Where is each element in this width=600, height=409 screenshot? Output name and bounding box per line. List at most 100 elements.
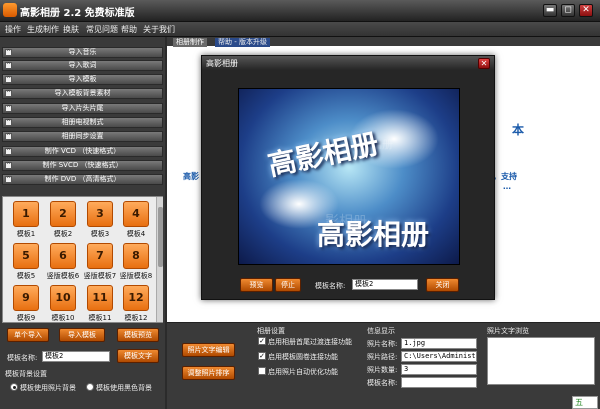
template-name-input[interactable]: 模板2 [42, 351, 110, 362]
maximize-button[interactable]: ◻ [561, 4, 575, 17]
template-item[interactable]: 8 竖版模板8 [118, 243, 154, 283]
photo-count-field[interactable]: 3 [401, 364, 477, 375]
close-button[interactable]: ✕ [579, 4, 593, 17]
template-label: 竖版模板6 [46, 272, 80, 280]
accordion-make-vcd[interactable]: ^ 制作 VCD （快速格式） [2, 146, 163, 157]
template-grid: 1 模板1 2 模板2 3 模板3 4 模板4 5 模板5 6 竖版模板6 7 竖版模板7 8… [2, 196, 163, 323]
tab-album[interactable]: 相册制作 [173, 38, 207, 47]
template-thumb: 4 [123, 201, 149, 227]
dialog-close-icon[interactable]: ✕ [478, 58, 490, 69]
checkbox-auto-optimize[interactable] [258, 367, 266, 375]
photo-path-field[interactable]: C:\Users\Administra [401, 351, 477, 362]
menu-help[interactable]: 帮助 [121, 24, 137, 35]
template-scrollbar[interactable] [156, 197, 163, 322]
dialog-template-name-input[interactable]: 模板2 [352, 279, 418, 290]
checkbox-transition-label: 启用相册首尾过渡连接功能 [268, 338, 352, 346]
template-thumb: 3 [87, 201, 113, 227]
photo-order-button[interactable]: 调整照片排序 [182, 366, 235, 380]
template-name-label: 模板名称: [7, 354, 38, 362]
template-text-button[interactable]: 模板文字 [117, 349, 159, 363]
single-import-button[interactable]: 单个导入 [7, 328, 49, 342]
template-thumb: 1 [13, 201, 39, 227]
checkbox-transition[interactable]: ✓ [258, 337, 266, 345]
template-item[interactable]: 5 模板5 [8, 243, 44, 283]
template-thumb: 6 [50, 243, 76, 269]
tab-help-upgrade[interactable]: 帮助 - 版本升级 [215, 38, 270, 47]
photo-text-preview-box [487, 337, 595, 385]
accordion-make-svcd[interactable]: ^ 制作 SVCD （快速格式） [2, 160, 163, 171]
import-template-button[interactable]: 导入模板 [59, 328, 105, 342]
accordion-import-music[interactable]: ^ 导入音乐 [2, 47, 163, 58]
template-item[interactable]: 3 模板3 [82, 201, 118, 241]
checkbox-loop-label: 启用模板圆卷连接功能 [268, 353, 338, 361]
template-thumb: 10 [50, 285, 76, 311]
minimize-button[interactable]: ▬ [543, 4, 557, 17]
template-label: 模板2 [53, 230, 73, 238]
accordion-tv-format[interactable]: ^ 相册电视制式 [2, 117, 163, 128]
template-thumb: 11 [87, 285, 113, 311]
template-preview-button[interactable]: 模板预览 [117, 328, 159, 342]
accordion-label: 导入歌词 [68, 61, 97, 69]
image-title-text-2: 高影相册 [317, 218, 430, 251]
template-item[interactable]: 12 模板12 [118, 285, 154, 325]
menu-faq[interactable]: 常见问题 [86, 24, 118, 35]
template-thumb: 5 [13, 243, 39, 269]
template-thumb: 8 [123, 243, 149, 269]
menu-operate[interactable]: 操作 [5, 24, 21, 35]
template-preview-dialog: 高影相册 ✕ 高影相册 高影相册 影相册 高影相册 预览 停止 模板名称: 模板… [201, 55, 495, 300]
ime-status-icon[interactable]: 五 [572, 396, 598, 409]
accordion-import-template[interactable]: ^ 导入模板 [2, 74, 163, 85]
checkbox-loop[interactable]: ✓ [258, 352, 266, 360]
background-text-fragment-3: … [503, 182, 511, 191]
template-item[interactable]: 11 模板11 [82, 285, 118, 325]
checkbox-auto-optimize-label: 启用照片自动优化功能 [268, 368, 338, 376]
radio-black-bg[interactable] [86, 383, 94, 391]
image-title-text: 高影相册 [265, 126, 382, 183]
template-item[interactable]: 10 模板10 [45, 285, 81, 325]
photo-text-edit-button[interactable]: 照片文字编辑 [182, 343, 235, 357]
menu-generate[interactable]: 生成制作 [27, 24, 59, 35]
accordion-import-bg[interactable]: ^ 导入模板背景素材 [2, 88, 163, 99]
scrollbar-thumb[interactable] [158, 207, 163, 267]
radio-photo-bg[interactable] [10, 383, 18, 391]
app-title: 高影相册 2.2 免费标准版 [20, 8, 135, 19]
template-label: 竖版模板8 [119, 272, 153, 280]
template-label: 模板9 [16, 314, 36, 322]
template-item[interactable]: 6 竖版模板6 [45, 243, 81, 283]
template-name-info-field[interactable] [401, 377, 477, 388]
radio-black-bg-label: 模板使用黑色背景 [96, 384, 152, 392]
dialog-template-name-label: 模板名称: [315, 282, 346, 290]
photo-name-field[interactable]: 1.jpg [401, 338, 477, 349]
photo-name-label: 照片名称: [367, 340, 398, 348]
template-item[interactable]: 7 竖版模板7 [82, 243, 118, 283]
template-label: 模板10 [51, 314, 75, 322]
bg-settings-title: 模板背景设置 [5, 370, 47, 378]
template-item[interactable]: 2 模板2 [45, 201, 81, 241]
accordion-label: 相册电视制式 [61, 118, 104, 126]
background-text-fragment-2: ，支持 [493, 172, 517, 181]
template-item[interactable]: 9 模板9 [8, 285, 44, 325]
accordion-import-lyrics[interactable]: ^ 导入歌词 [2, 60, 163, 71]
accordion-make-dvd[interactable]: ^ 制作 DVD （高清格式） [2, 174, 163, 185]
template-item[interactable]: 1 模板1 [8, 201, 44, 241]
template-thumb: 2 [50, 201, 76, 227]
photo-text-preview-title: 照片文字浏览 [487, 327, 529, 335]
template-item[interactable]: 4 模板4 [118, 201, 154, 241]
accordion-label: 导入模板 [68, 75, 97, 83]
accordion-label: 导入模板背景素材 [54, 89, 111, 97]
dialog-close-button[interactable]: 关闭 [426, 278, 459, 292]
menu-about[interactable]: 关于我们 [143, 24, 175, 35]
photo-path-label: 照片路径: [367, 353, 398, 361]
background-text-fragment: 高影 [183, 172, 199, 181]
dialog-preview-button[interactable]: 预览 [240, 278, 273, 292]
left-panel: ^ 导入音乐 ^ 导入歌词 ^ 导入模板 ^ 导入模板背景素材 ^ 导入片头片尾 ^ 相册电… [0, 37, 165, 409]
dialog-stop-button[interactable]: 停止 [275, 278, 301, 292]
accordion-import-intro[interactable]: ^ 导入片头片尾 [2, 103, 163, 114]
accordion-label: 导入片头片尾 [61, 104, 104, 112]
template-label: 模板1 [16, 230, 36, 238]
accordion-label: 制作 VCD （快速格式） [44, 147, 121, 155]
accordion-label: 制作 DVD （高清格式） [44, 175, 121, 183]
photo-count-label: 照片数量: [367, 366, 398, 374]
menu-skin[interactable]: 换肤 [63, 24, 79, 35]
accordion-sync[interactable]: ^ 相册同步设置 [2, 131, 163, 142]
